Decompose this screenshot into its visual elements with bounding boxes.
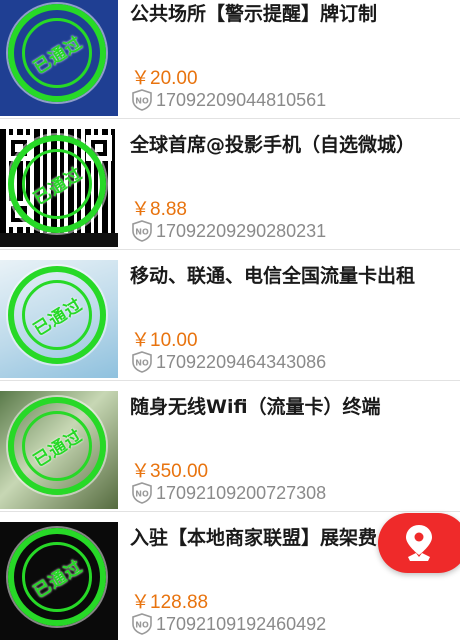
stamp-text: 已通过: [30, 294, 87, 340]
approved-stamp: 已通过: [8, 528, 106, 626]
svg-text:NO: NO: [135, 621, 149, 630]
no-badge-icon: NO: [132, 351, 152, 373]
svg-text:NO: NO: [135, 359, 149, 368]
product-thumbnail[interactable]: 已通过: [0, 0, 118, 116]
product-code-row: NO 17092209044810561: [131, 89, 326, 111]
product-code: 17092109192460492: [156, 613, 327, 634]
product-price: ￥10.00: [131, 330, 198, 351]
svg-text:NO: NO: [135, 490, 149, 499]
product-title[interactable]: 移动、联通、电信全国流量卡出租: [130, 262, 445, 290]
no-badge-icon: NO: [132, 613, 152, 635]
product-price: ￥128.88: [131, 592, 209, 613]
stamp-text: 已通过: [30, 32, 87, 78]
approved-stamp: 已通过: [8, 266, 106, 364]
approved-stamp: 已通过: [8, 135, 106, 233]
product-thumbnail[interactable]: 已通过: [0, 129, 118, 247]
product-code: 17092209464343086: [156, 351, 327, 372]
approved-stamp: 已通过: [8, 397, 106, 495]
product-thumbnail[interactable]: 已通过: [0, 391, 118, 509]
product-title[interactable]: 公共场所【警示提醒】牌订制: [130, 0, 445, 28]
product-code: 17092209290280231: [156, 220, 327, 241]
approved-stamp: 已通过: [8, 4, 106, 102]
list-item[interactable]: 已通过 移动、联通、电信全国流量卡出租 ￥10.00 NO 1709220946…: [0, 250, 460, 381]
product-thumbnail[interactable]: 已通过: [0, 260, 118, 378]
list-item[interactable]: 已通过 全球首席@投影手机（自选微城） ￥8.88 NO 17092209290…: [0, 119, 460, 250]
no-badge-icon: NO: [132, 220, 152, 242]
svg-text:NO: NO: [135, 228, 149, 237]
product-code: 17092209044810561: [156, 89, 327, 110]
stamp-text: 已通过: [30, 556, 87, 602]
no-badge-icon: NO: [132, 89, 152, 111]
product-price: ￥8.88: [131, 199, 187, 220]
product-code-row: NO 17092209290280231: [131, 220, 326, 242]
stamp-text: 已通过: [30, 425, 87, 471]
location-pin-icon: [406, 525, 432, 561]
product-code-row: NO 17092209464343086: [131, 351, 326, 373]
svg-text:NO: NO: [135, 97, 149, 106]
no-badge-icon: NO: [132, 482, 152, 504]
list-item[interactable]: 已通过 随身无线Wifi（流量卡）终端 ￥350.00 NO 170921092…: [0, 381, 460, 512]
product-code-row: NO 17092109192460492: [131, 613, 326, 635]
stamp-text: 已通过: [30, 163, 87, 209]
product-title[interactable]: 全球首席@投影手机（自选微城）: [130, 131, 445, 159]
product-thumbnail[interactable]: 已通过: [0, 522, 118, 640]
location-float-button[interactable]: [378, 513, 460, 573]
product-price: ￥350.00: [131, 461, 209, 482]
product-code-row: NO 17092109200727308: [131, 482, 326, 504]
list-item[interactable]: 已通过 公共场所【警示提醒】牌订制 ￥20.00 NO 170922090448…: [0, 0, 460, 119]
product-price: ￥20.00: [131, 68, 198, 89]
product-code: 17092109200727308: [156, 482, 327, 503]
product-title[interactable]: 随身无线Wifi（流量卡）终端: [130, 393, 445, 421]
